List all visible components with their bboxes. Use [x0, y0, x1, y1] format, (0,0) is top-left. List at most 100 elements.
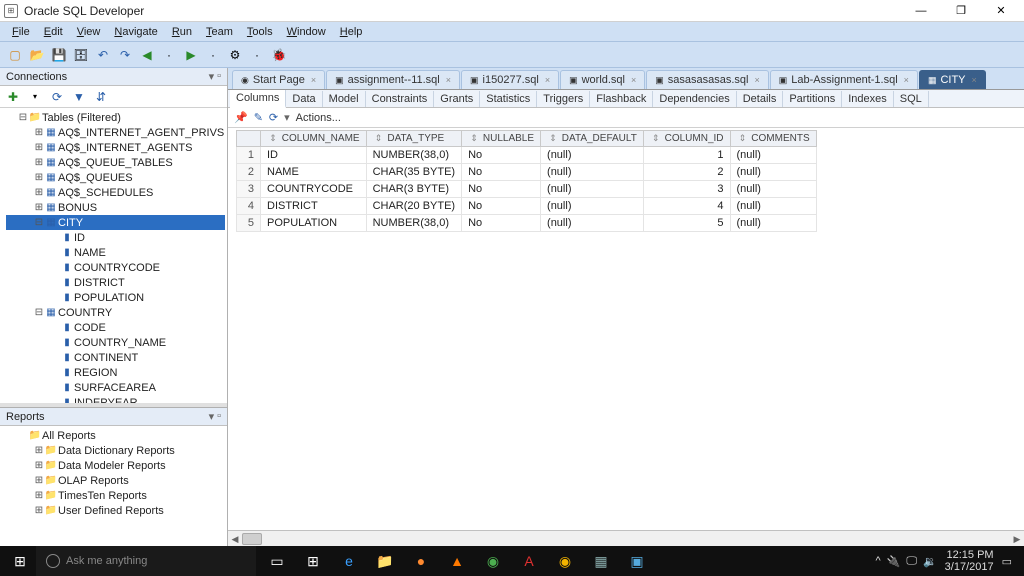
chrome2-icon[interactable]: ◉	[548, 546, 582, 576]
menu-team[interactable]: Team	[200, 24, 239, 40]
store-icon[interactable]: ⊞	[296, 546, 330, 576]
redo-icon[interactable]: ↷	[116, 46, 134, 64]
tree-item[interactable]: ⊟▦ COUNTRY	[6, 305, 225, 320]
column-header[interactable]: ⇕ DATA_DEFAULT	[541, 131, 644, 147]
subtab-partitions[interactable]: Partitions	[783, 91, 842, 107]
horizontal-scrollbar[interactable]: ◀ ▶	[228, 530, 1024, 546]
new-connection-icon[interactable]: ✚	[4, 88, 22, 106]
save-all-icon[interactable]: 🗄	[72, 46, 90, 64]
tray-icon[interactable]: 🔌	[887, 555, 901, 568]
close-icon[interactable]: ×	[904, 75, 909, 85]
close-icon[interactable]: ×	[311, 75, 316, 85]
expand-icon[interactable]: ⊟	[34, 217, 44, 228]
connections-tree[interactable]: ⊟📁 Tables (Filtered)⊞▦ AQ$_INTERNET_AGEN…	[0, 108, 227, 403]
menu-edit[interactable]: Edit	[38, 24, 69, 40]
sep1[interactable]: ·	[160, 46, 178, 64]
actions-dropdown[interactable]: Actions...	[296, 112, 341, 124]
table-row[interactable]: 1IDNUMBER(38,0)No(null)1(null)	[237, 147, 817, 164]
subtab-columns[interactable]: Columns	[230, 90, 286, 108]
expand-icon[interactable]: ⊞	[34, 490, 44, 501]
notifications-icon[interactable]: ▭	[1002, 555, 1012, 568]
menu-view[interactable]: View	[71, 24, 107, 40]
tree-item[interactable]: ⊞▦ AQ$_INTERNET_AGENTS	[6, 140, 225, 155]
maximize-button[interactable]: ❐	[942, 1, 980, 21]
pin-icon[interactable]: 📌	[234, 111, 248, 124]
menu-run[interactable]: Run	[166, 24, 198, 40]
tree-item[interactable]: ⊞▦ BONUS	[6, 200, 225, 215]
panel-minimize-icon[interactable]: ▾	[209, 70, 215, 83]
subtab-model[interactable]: Model	[323, 91, 366, 107]
forward-icon[interactable]: ▶	[182, 46, 200, 64]
subtab-flashback[interactable]: Flashback	[590, 91, 653, 107]
menu-file[interactable]: File	[6, 24, 36, 40]
undo-icon[interactable]: ↶	[94, 46, 112, 64]
tray-icon[interactable]: 🖵	[906, 555, 917, 568]
clock[interactable]: 12:15 PM 3/17/2017	[945, 549, 994, 573]
column-header[interactable]: ⇕ NULLABLE	[462, 131, 541, 147]
subtab-constraints[interactable]: Constraints	[366, 91, 435, 107]
debug-icon[interactable]: 🐞	[270, 46, 288, 64]
subtab-details[interactable]: Details	[737, 91, 784, 107]
tab-start-page[interactable]: ◉Start Page×	[232, 70, 325, 89]
tab-city[interactable]: ▦CITY×	[919, 70, 986, 89]
expand-icon[interactable]: ⊞	[34, 445, 44, 456]
firefox-icon[interactable]: ●	[404, 546, 438, 576]
scroll-thumb[interactable]	[242, 533, 262, 545]
sqldev-icon[interactable]: ▣	[620, 546, 654, 576]
sep3[interactable]: ·	[248, 46, 266, 64]
subtab-indexes[interactable]: Indexes	[842, 91, 894, 107]
subtab-data[interactable]: Data	[286, 91, 322, 107]
tree-item[interactable]: ▮ INDEPYEAR	[6, 395, 225, 403]
tree-item[interactable]: ⊞📁 OLAP Reports	[6, 473, 225, 488]
scroll-left-icon[interactable]: ◀	[228, 531, 242, 547]
tree-item[interactable]: ⊞▦ AQ$_QUEUES	[6, 170, 225, 185]
filter-icon[interactable]: ▼	[70, 88, 88, 106]
expand-icon[interactable]: ⊟	[34, 307, 44, 318]
system-tray[interactable]: ^🔌🖵🔉 12:15 PM 3/17/2017 ▭	[867, 549, 1020, 573]
tree-item[interactable]: ⊞📁 Data Dictionary Reports	[6, 443, 225, 458]
table-row[interactable]: 4DISTRICTCHAR(20 BYTE)No(null)4(null)	[237, 198, 817, 215]
expand-icon[interactable]: ⊞	[34, 475, 44, 486]
tree-item[interactable]: ▮ POPULATION	[6, 290, 225, 305]
close-button[interactable]: ✕	[982, 1, 1020, 21]
expand-icon[interactable]: ⊞	[34, 157, 44, 168]
tree-item[interactable]: ▮ DISTRICT	[6, 275, 225, 290]
task-view-icon[interactable]: ▭	[260, 546, 294, 576]
tree-icon[interactable]: ⇵	[92, 88, 110, 106]
new-icon[interactable]: ▢	[6, 46, 24, 64]
tree-item[interactable]: ⊞📁 Data Modeler Reports	[6, 458, 225, 473]
expand-icon[interactable]: ⊞	[34, 187, 44, 198]
column-header[interactable]: ⇕ COLUMN_NAME	[261, 131, 367, 147]
expand-icon[interactable]: ⊞	[34, 142, 44, 153]
open-icon[interactable]: 📂	[28, 46, 46, 64]
columns-grid[interactable]: ⇕ COLUMN_NAME⇕ DATA_TYPE⇕ NULLABLE⇕ DATA…	[236, 130, 817, 232]
expand-icon[interactable]: ⊞	[34, 127, 44, 138]
tab-world-sql[interactable]: ▣world.sql×	[560, 70, 645, 89]
expand-icon[interactable]: ⊞	[34, 172, 44, 183]
table-row[interactable]: 2NAMECHAR(35 BYTE)No(null)2(null)	[237, 164, 817, 181]
start-button[interactable]: ⊞	[4, 546, 36, 576]
tree-item[interactable]: ⊞▦ AQ$_SCHEDULES	[6, 185, 225, 200]
reports-tree[interactable]: 📁 All Reports⊞📁 Data Dictionary Reports⊞…	[0, 426, 227, 546]
explorer-icon[interactable]: 📁	[368, 546, 402, 576]
tab-sasasasasas-sql[interactable]: ▣sasasasasas.sql×	[646, 70, 769, 89]
tree-item[interactable]: ▮ CONTINENT	[6, 350, 225, 365]
tree-item[interactable]: ⊞▦ AQ$_QUEUE_TABLES	[6, 155, 225, 170]
menu-navigate[interactable]: Navigate	[108, 24, 163, 40]
sep2[interactable]: ·	[204, 46, 222, 64]
panel-close-icon[interactable]: ▫	[217, 70, 221, 83]
tab-i150277-sql[interactable]: ▣i150277.sql×	[461, 70, 559, 89]
column-header[interactable]: ⇕ DATA_TYPE	[366, 131, 462, 147]
refresh-grid-icon[interactable]: ⟳	[269, 111, 278, 124]
tray-icon[interactable]: 🔉	[923, 555, 937, 568]
menu-window[interactable]: Window	[281, 24, 332, 40]
adobe-icon[interactable]: A	[512, 546, 546, 576]
tab-lab-assignment-1-sql[interactable]: ▣Lab-Assignment-1.sql×	[770, 70, 918, 89]
tree-item[interactable]: ▮ SURFACEAREA	[6, 380, 225, 395]
tree-item[interactable]: ▮ CODE	[6, 320, 225, 335]
save-icon[interactable]: 💾	[50, 46, 68, 64]
column-header[interactable]: ⇕ COMMENTS	[730, 131, 816, 147]
panel-close-icon[interactable]: ▫	[217, 410, 221, 423]
panel-minimize-icon[interactable]: ▾	[209, 410, 215, 423]
expand-icon[interactable]: ⊞	[34, 202, 44, 213]
